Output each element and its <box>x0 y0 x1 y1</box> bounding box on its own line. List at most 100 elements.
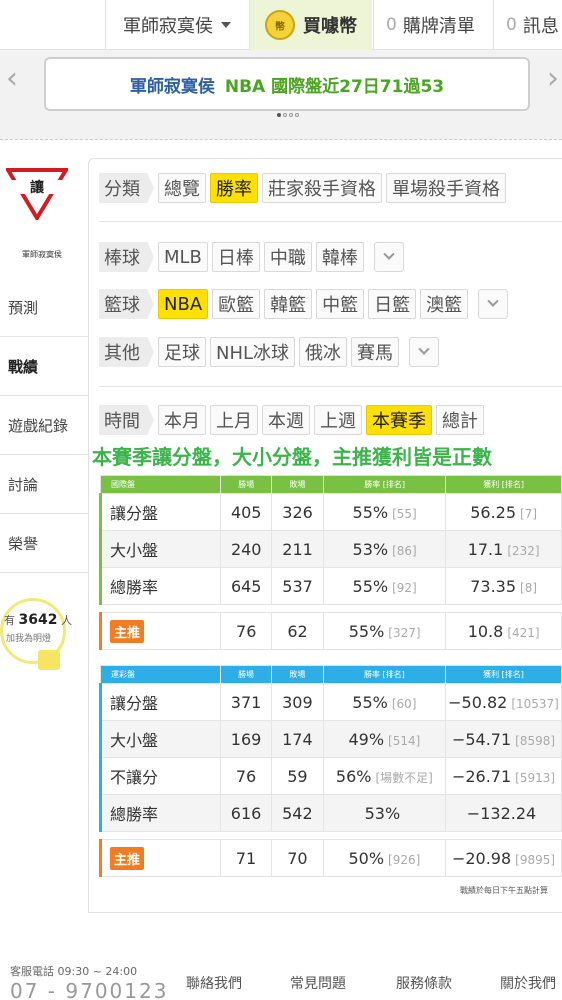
losses: 174 <box>270 720 324 758</box>
message-count: 0 <box>506 15 517 35</box>
sidebar-item-honor[interactable]: 榮譽 <box>0 515 88 573</box>
carousel-dot[interactable] <box>283 113 287 117</box>
profit-value: −132.24 <box>466 803 537 823</box>
other-more-dropdown[interactable] <box>409 337 440 367</box>
chevron-down-icon <box>383 248 395 260</box>
footer-link-about[interactable]: 關於我們 <box>500 973 556 993</box>
follow-label[interactable]: 加我為明燈 <box>6 631 51 644</box>
wins: 76 <box>220 757 272 795</box>
win-rate: 55% [55] <box>322 493 447 531</box>
win-rate: 53% [86] <box>322 530 447 568</box>
wins: 169 <box>220 720 272 758</box>
chip-cpbl[interactable]: 中職 <box>263 242 312 272</box>
calc-time-note: 戰績於每日下午五點計算 <box>460 886 548 895</box>
sidebar-item-predict[interactable]: 預測 <box>0 279 88 337</box>
losses: 309 <box>270 683 324 721</box>
wins: 616 <box>220 794 272 832</box>
chip-horse-racing[interactable]: 賽馬 <box>351 337 400 367</box>
baseball-more-dropdown[interactable] <box>373 242 404 272</box>
sidebar-item-game-log[interactable]: 遊戲紀錄 <box>0 397 88 455</box>
profit-rank: [7] <box>520 506 538 521</box>
chip-korea[interactable]: 韓籃 <box>264 289 313 319</box>
rate-rank: [55] <box>392 506 417 521</box>
messages-link[interactable]: 0 訊息 <box>493 0 562 50</box>
profit-value: 56.25 <box>470 502 517 522</box>
rate-value: 50% <box>348 848 385 868</box>
chip-overview[interactable]: 總覽 <box>158 173 206 203</box>
chip-win-rate[interactable]: 勝率 <box>210 173 258 203</box>
bulb-base-icon <box>38 650 60 670</box>
carousel-dot[interactable] <box>277 113 281 117</box>
wins: 71 <box>220 839 272 877</box>
follow-prefix: 有 <box>4 614 15 627</box>
row-name: 大小盤 <box>98 530 222 568</box>
row-name: 主推 <box>98 612 222 650</box>
chip-euro[interactable]: 歐籃 <box>212 289 261 319</box>
chip-last-week[interactable]: 上週 <box>314 405 362 435</box>
rate-value: 55% <box>352 502 389 522</box>
user-name: 軍師寂寞侯 <box>123 16 213 37</box>
banner-text: NBA 國際盤近27日71過53 <box>224 76 445 97</box>
col-header: 敗場 <box>270 665 324 684</box>
chip-nba[interactable]: NBA <box>158 289 209 319</box>
profit: 56.25 [7] <box>445 493 562 531</box>
chip-china[interactable]: 中籃 <box>316 289 365 319</box>
banner-slide[interactable]: 軍師寂寞侯 NBA 國際盤近27日71過53 <box>44 57 530 111</box>
rate-rank: [場數不足] <box>375 770 433 785</box>
footer-link-contact[interactable]: 聯絡我們 <box>186 973 242 993</box>
chip-japan[interactable]: 日籃 <box>368 289 417 319</box>
profit: −50.82 [10537] <box>445 683 562 721</box>
basketball-more-dropdown[interactable] <box>478 289 509 319</box>
carousel-dots <box>277 113 299 117</box>
chip-kbo[interactable]: 韓棒 <box>315 242 364 272</box>
divider <box>99 221 562 222</box>
hotline-phone: 07 - 9700123 <box>10 979 169 1000</box>
col-header: 勝率 [排名] <box>322 475 447 494</box>
chip-khl[interactable]: 俄冰 <box>299 337 348 367</box>
losses: 62 <box>271 612 324 650</box>
carousel-dot[interactable] <box>295 113 299 117</box>
chip-npb[interactable]: 日棒 <box>211 242 260 272</box>
losses: 326 <box>271 493 324 531</box>
sidebar-item-discussion[interactable]: 討論 <box>0 456 88 514</box>
buy-coin-button[interactable]: 幣 買噱幣 <box>249 0 372 50</box>
chip-mlb[interactable]: MLB <box>158 242 208 272</box>
category-filter-row: 分類 總覽 勝率 莊家殺手資格 單場殺手資格 <box>99 173 506 203</box>
table-row: 總勝率 616 542 53% −132.24 <box>98 794 562 832</box>
col-header: 勝場 <box>220 475 273 494</box>
chip-australia[interactable]: 澳籃 <box>420 289 469 319</box>
row-name: 主推 <box>98 839 222 877</box>
footer-link-faq[interactable]: 常見問題 <box>290 973 346 993</box>
profit: −54.71 [8598] <box>445 720 562 758</box>
chip-this-week[interactable]: 本週 <box>262 405 310 435</box>
footer-link-terms[interactable]: 服務條款 <box>396 973 452 993</box>
cart-link[interactable]: 0 購牌清單 <box>373 0 492 50</box>
chip-this-month[interactable]: 本月 <box>158 405 206 435</box>
sidebar-item-record[interactable]: 戰績 <box>0 338 88 396</box>
main-pick-badge: 主推 <box>110 619 145 643</box>
chevron-right-icon[interactable]: › <box>547 64 559 94</box>
table-spacer <box>100 604 562 613</box>
row-name: 讓分盤 <box>98 683 222 721</box>
chip-single-killer[interactable]: 單場殺手資格 <box>386 173 506 203</box>
profit-rank: [8] <box>520 580 538 595</box>
profit-value: 17.1 <box>467 539 504 559</box>
table-row: 讓分盤 371 309 55% [60] −50.82 [10537] <box>98 683 562 721</box>
chip-nhl[interactable]: NHL冰球 <box>210 337 296 367</box>
chip-total[interactable]: 總計 <box>436 405 484 435</box>
chip-banker-killer[interactable]: 莊家殺手資格 <box>262 173 382 203</box>
rate-rank: [92] <box>392 580 417 595</box>
chip-this-season[interactable]: 本賽季 <box>366 405 432 435</box>
caret-down-icon <box>221 22 231 28</box>
top-navigation: 軍師寂寞侯 幣 買噱幣 0 購牌清單 0 訊息 <box>0 0 562 50</box>
user-menu[interactable]: 軍師寂寞侯 <box>105 0 248 50</box>
chevron-left-icon[interactable]: ‹ <box>6 64 18 94</box>
chip-last-month[interactable]: 上月 <box>210 405 258 435</box>
profit: 17.1 [232] <box>445 530 562 568</box>
profit-rank: [8598] <box>515 733 556 748</box>
baseball-filter-row: 棒球 MLB 日棒 中職 韓棒 <box>99 242 404 272</box>
carousel-dot[interactable] <box>289 113 293 117</box>
table-header: 運彩盤 勝場 敗場 勝率 [排名] 獲利 [排名] <box>99 665 562 684</box>
chip-soccer[interactable]: 足球 <box>158 337 206 367</box>
other-filter-row: 其他 足球 NHL冰球 俄冰 賽馬 <box>99 337 440 367</box>
